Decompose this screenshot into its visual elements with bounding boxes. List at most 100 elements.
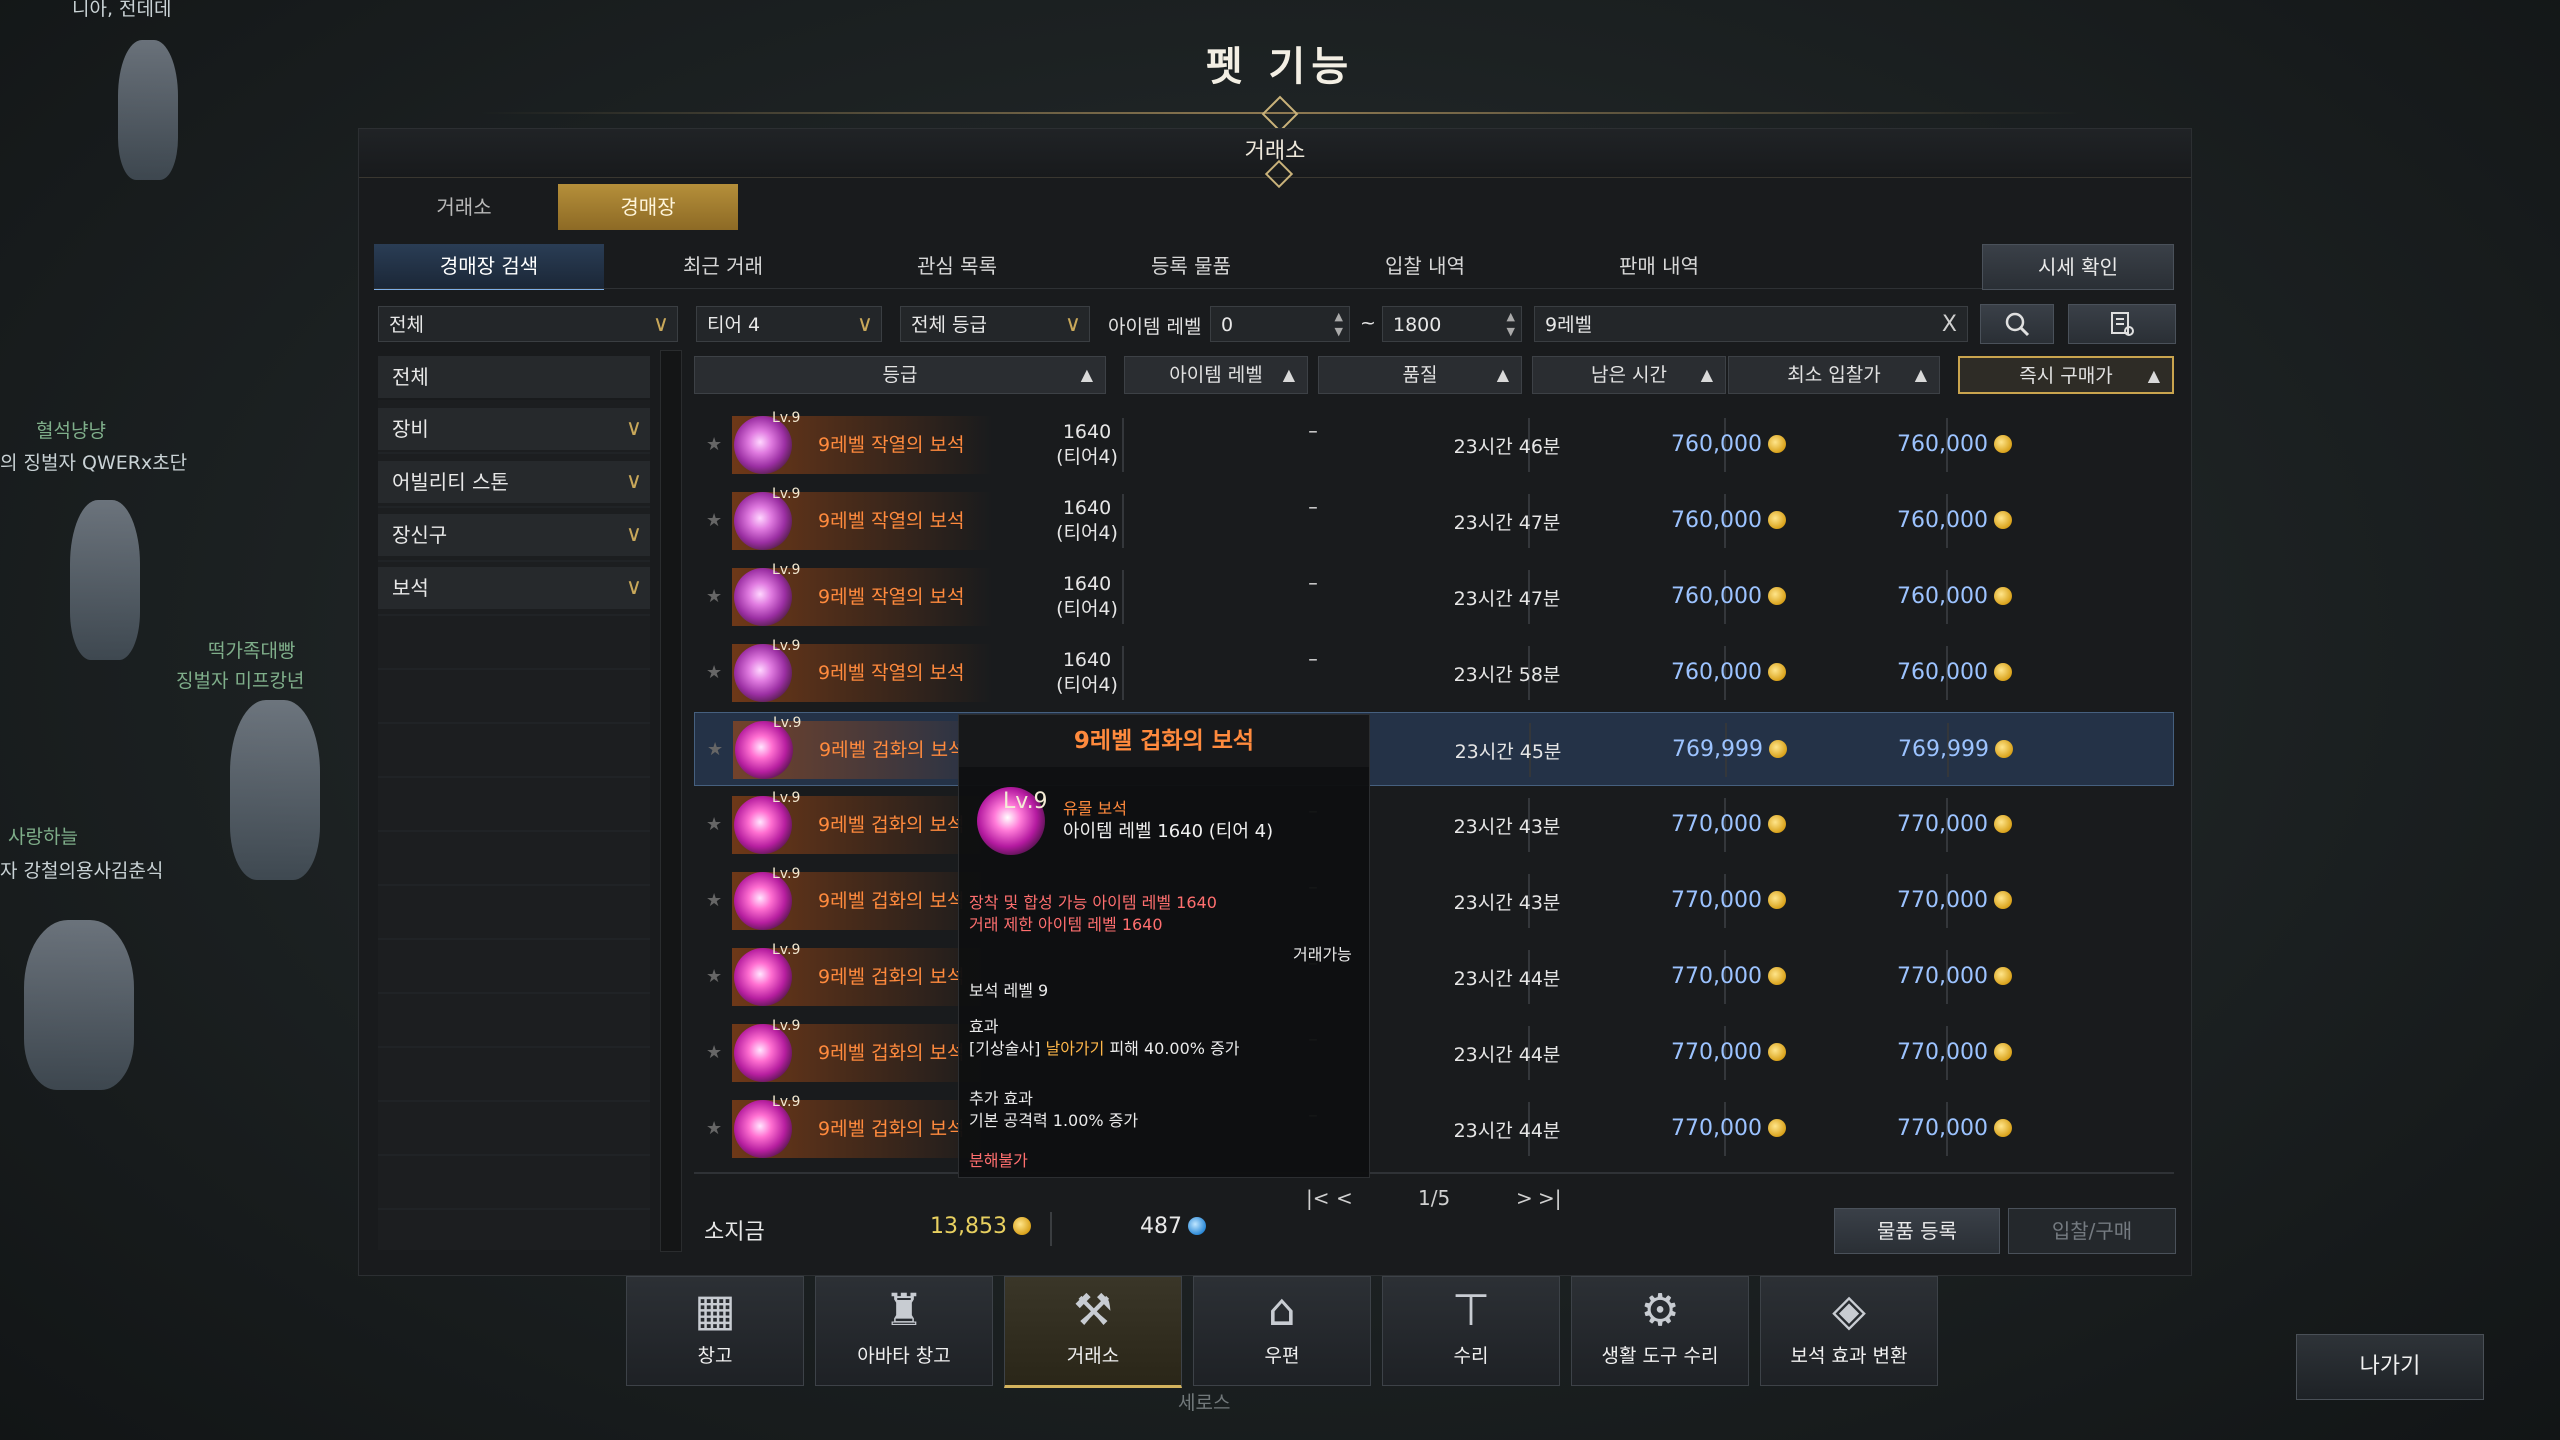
item-name: 9레벨 겁화의 보석 (818, 890, 965, 912)
item-name: 9레벨 겁화의 보석 (818, 814, 965, 836)
gold-amount-value: 13,853 (930, 1214, 1007, 1239)
item-level-cell: 1640 (티어4) (960, 496, 1214, 546)
category-dropdown[interactable]: 전체 ∨ (378, 306, 678, 342)
column-header-label: 아이템 레벨 (1169, 364, 1263, 386)
table-row[interactable]: ★ Lv.9 9레벨 작열의 보석 1640 (티어4) – 23시간 47분 7… (694, 560, 2174, 634)
category-label: 어빌리티 스톤 (392, 470, 509, 494)
search-history-button[interactable] (2068, 304, 2176, 344)
category-all[interactable]: 전체 (378, 356, 650, 398)
dock-label: 아바타 창고 (857, 1345, 951, 1367)
star-icon[interactable]: ★ (706, 510, 722, 531)
price-check-button[interactable]: 시세 확인 (1982, 244, 2174, 290)
bg-player-name: 징벌자 미프캉년 (176, 670, 305, 692)
table-row[interactable]: ★ Lv.9 9레벨 겁화의 보석 – 23시간 43분 770,000 770… (694, 864, 2174, 938)
tier-dropdown[interactable]: 티어 4 ∨ (696, 306, 882, 342)
bg-player-name: 사랑하늘 (8, 826, 78, 848)
column-header-min-bid[interactable]: 최소 입찰가 ▲ (1728, 356, 1940, 394)
star-icon[interactable]: ★ (706, 434, 722, 455)
category-label: 장비 (392, 417, 429, 441)
column-header-label: 남은 시간 (1591, 364, 1667, 386)
table-row[interactable]: ★ Lv.9 9레벨 작열의 보석 1640 (티어4) – 23시간 46분 7… (694, 408, 2174, 482)
star-icon[interactable]: ★ (706, 814, 722, 835)
column-header-grade[interactable]: 등급 ▲ (694, 356, 1106, 394)
item-tier-value: (티어4) (1056, 446, 1118, 468)
next-page-button[interactable]: > (1516, 1186, 1533, 1210)
dock-exchange-button[interactable]: ⚒ 거래소 (1004, 1276, 1182, 1388)
star-icon[interactable]: ★ (706, 1042, 722, 1063)
column-header-item-level[interactable]: 아이템 레벨 ▲ (1124, 356, 1308, 394)
dock-avatar-storage-button[interactable]: ♜ 아바타 창고 (815, 1276, 993, 1386)
table-row[interactable]: ★ Lv.9 9레벨 겁화의 보석 – 23시간 43분 770,000 770… (694, 788, 2174, 862)
spinner-icon[interactable]: ▲ ▼ (1335, 309, 1343, 339)
category-gem[interactable]: 보석 ∨ (378, 567, 650, 609)
subtab-watchlist[interactable]: 관심 목록 (842, 244, 1072, 288)
column-header-remaining-time[interactable]: 남은 시간 ▲ (1532, 356, 1726, 394)
min-bid-value: 760,000 (1671, 432, 1762, 457)
exit-button[interactable]: 나가기 (2296, 1334, 2484, 1400)
table-row[interactable]: ★ Lv.9 9레벨 작열의 보석 1640 (티어4) – 23시간 47분 7… (694, 484, 2174, 558)
subtab-bid-history[interactable]: 입찰 내역 (1310, 244, 1540, 288)
dock-storage-button[interactable]: ▦ 창고 (626, 1276, 804, 1386)
silver-amount: 487 (1140, 1214, 1206, 1239)
spinner-icon[interactable]: ▲ ▼ (1507, 309, 1515, 339)
category-equipment[interactable]: 장비 ∨ (378, 408, 650, 450)
grade-dropdown[interactable]: 전체 등급 ∨ (900, 306, 1090, 342)
prev-page-button[interactable]: < (1336, 1186, 1353, 1210)
remaining-time-cell: 23시간 47분 (1453, 588, 1561, 610)
search-input[interactable]: 9레벨 X (1534, 306, 1968, 342)
tier-dropdown-value: 티어 4 (707, 314, 761, 336)
bid-buy-button[interactable]: 입찰/구매 (2008, 1208, 2176, 1254)
table-row[interactable]: ★ Lv.9 9레벨 겁화의 보석 – 23시간 44분 770,000 770… (694, 940, 2174, 1014)
bg-player-name: 떡가족대빵 (208, 640, 296, 662)
category-accessory[interactable]: 장신구 ∨ (378, 514, 650, 556)
chevron-down-icon: ∨ (652, 312, 669, 337)
tab-exchange[interactable]: 거래소 (374, 184, 554, 230)
star-icon[interactable]: ★ (706, 1118, 722, 1139)
clear-icon[interactable]: X (1942, 307, 1957, 343)
column-header-label: 품질 (1402, 364, 1438, 386)
search-button[interactable] (1980, 304, 2054, 344)
item-level-value: 1640 (1062, 573, 1112, 595)
column-header-label: 최소 입찰가 (1787, 364, 1881, 386)
gold-coin-icon (1768, 1043, 1786, 1061)
tooltip-effect-class: [기상술사] (969, 1039, 1041, 1058)
star-icon[interactable]: ★ (706, 662, 722, 683)
table-row[interactable]: ★ Lv.9 9레벨 겁화의 보석 – 23시간 45분 769,999 769… (694, 712, 2174, 786)
last-page-button[interactable]: >| (1538, 1186, 1562, 1210)
star-icon[interactable]: ★ (707, 739, 723, 760)
dock-repair-button[interactable]: ⊤ 수리 (1382, 1276, 1560, 1386)
table-row[interactable]: ★ Lv.9 9레벨 겁화의 보석 – 23시간 44분 770,000 770… (694, 1092, 2174, 1166)
item-level-max-input[interactable]: 1800 ▲ ▼ (1382, 306, 1522, 342)
tooltip-gem-level: 보석 레벨 9 (969, 981, 1049, 1000)
subtab-registered-items[interactable]: 등록 물품 (1076, 244, 1306, 288)
gold-coin-icon (1994, 891, 2012, 909)
item-tooltip: 9레벨 겁화의 보석 Lv.9 유물 보석 아이템 레벨 1640 (티어 4)… (958, 714, 1370, 1178)
dock-tool-repair-button[interactable]: ⚙ 생활 도구 수리 (1571, 1276, 1749, 1386)
subtab-auction-search[interactable]: 경매장 검색 (374, 244, 604, 290)
item-level-min-input[interactable]: 0 ▲ ▼ (1210, 306, 1350, 342)
subtab-sale-history[interactable]: 판매 내역 (1544, 244, 1774, 288)
mail-icon: ⌂ (1268, 1285, 1296, 1336)
star-icon[interactable]: ★ (706, 586, 722, 607)
table-row[interactable]: ★ Lv.9 9레벨 작열의 보석 1640 (티어4) – 23시간 58분 7… (694, 636, 2174, 710)
item-name: 9레벨 작열의 보석 (818, 586, 965, 608)
tab-auction[interactable]: 경매장 (558, 184, 738, 230)
dock-mail-button[interactable]: ⌂ 우편 (1193, 1276, 1371, 1386)
category-dropdown-value: 전체 (389, 314, 424, 336)
min-bid-cell: 770,000 (1606, 1040, 1786, 1065)
column-header-buy-now[interactable]: 즉시 구매가 ▲ (1958, 356, 2174, 394)
tooltip-tradable: 거래가능 (1293, 945, 1352, 964)
subtab-recent-trades[interactable]: 최근 거래 (608, 244, 838, 288)
category-ability-stone[interactable]: 어빌리티 스톤 ∨ (378, 461, 650, 503)
column-header-quality[interactable]: 품질 ▲ (1318, 356, 1522, 394)
register-item-button[interactable]: 물품 등록 (1834, 1208, 2000, 1254)
star-icon[interactable]: ★ (706, 966, 722, 987)
first-page-button[interactable]: |< (1306, 1186, 1330, 1210)
table-row[interactable]: ★ Lv.9 9레벨 겁화의 보석 – 23시간 44분 770,000 770… (694, 1016, 2174, 1090)
category-scrollbar[interactable] (660, 350, 682, 1252)
item-level-cell: 1640 (티어4) (960, 648, 1214, 698)
item-level-value: 1640 (1062, 649, 1112, 671)
dock-gem-convert-button[interactable]: ◈ 보석 효과 변환 (1760, 1276, 1938, 1386)
item-lv-badge: Lv.9 (772, 790, 801, 806)
star-icon[interactable]: ★ (706, 890, 722, 911)
